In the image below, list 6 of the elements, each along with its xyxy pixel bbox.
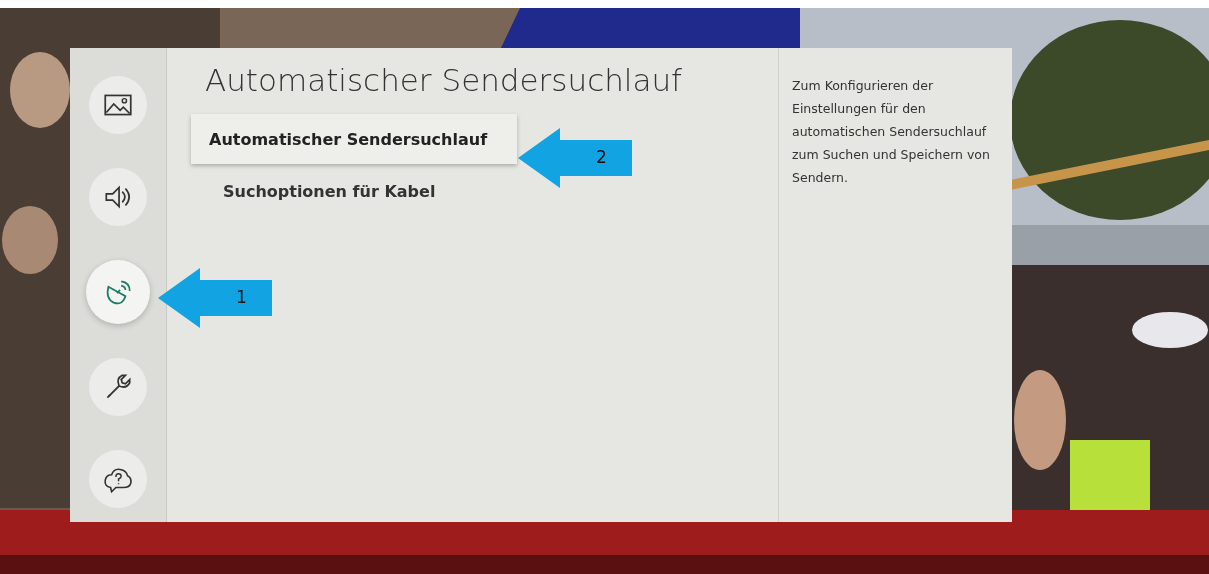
menu-item[interactable]: Automatischer Sendersuchlauf (191, 114, 517, 164)
menu-item[interactable]: Suchoptionen für Kabel (191, 166, 768, 216)
annotation-number: 2 (596, 146, 607, 168)
menu-title: Automatischer Sendersuchlauf (205, 62, 683, 98)
description-text: Zum Konfigurieren der Einstellungen für den automatischen Sendersuchlauf zum Suchen und Speichern von Sendern. (792, 77, 991, 187)
annotation-number: 1 (236, 286, 247, 308)
